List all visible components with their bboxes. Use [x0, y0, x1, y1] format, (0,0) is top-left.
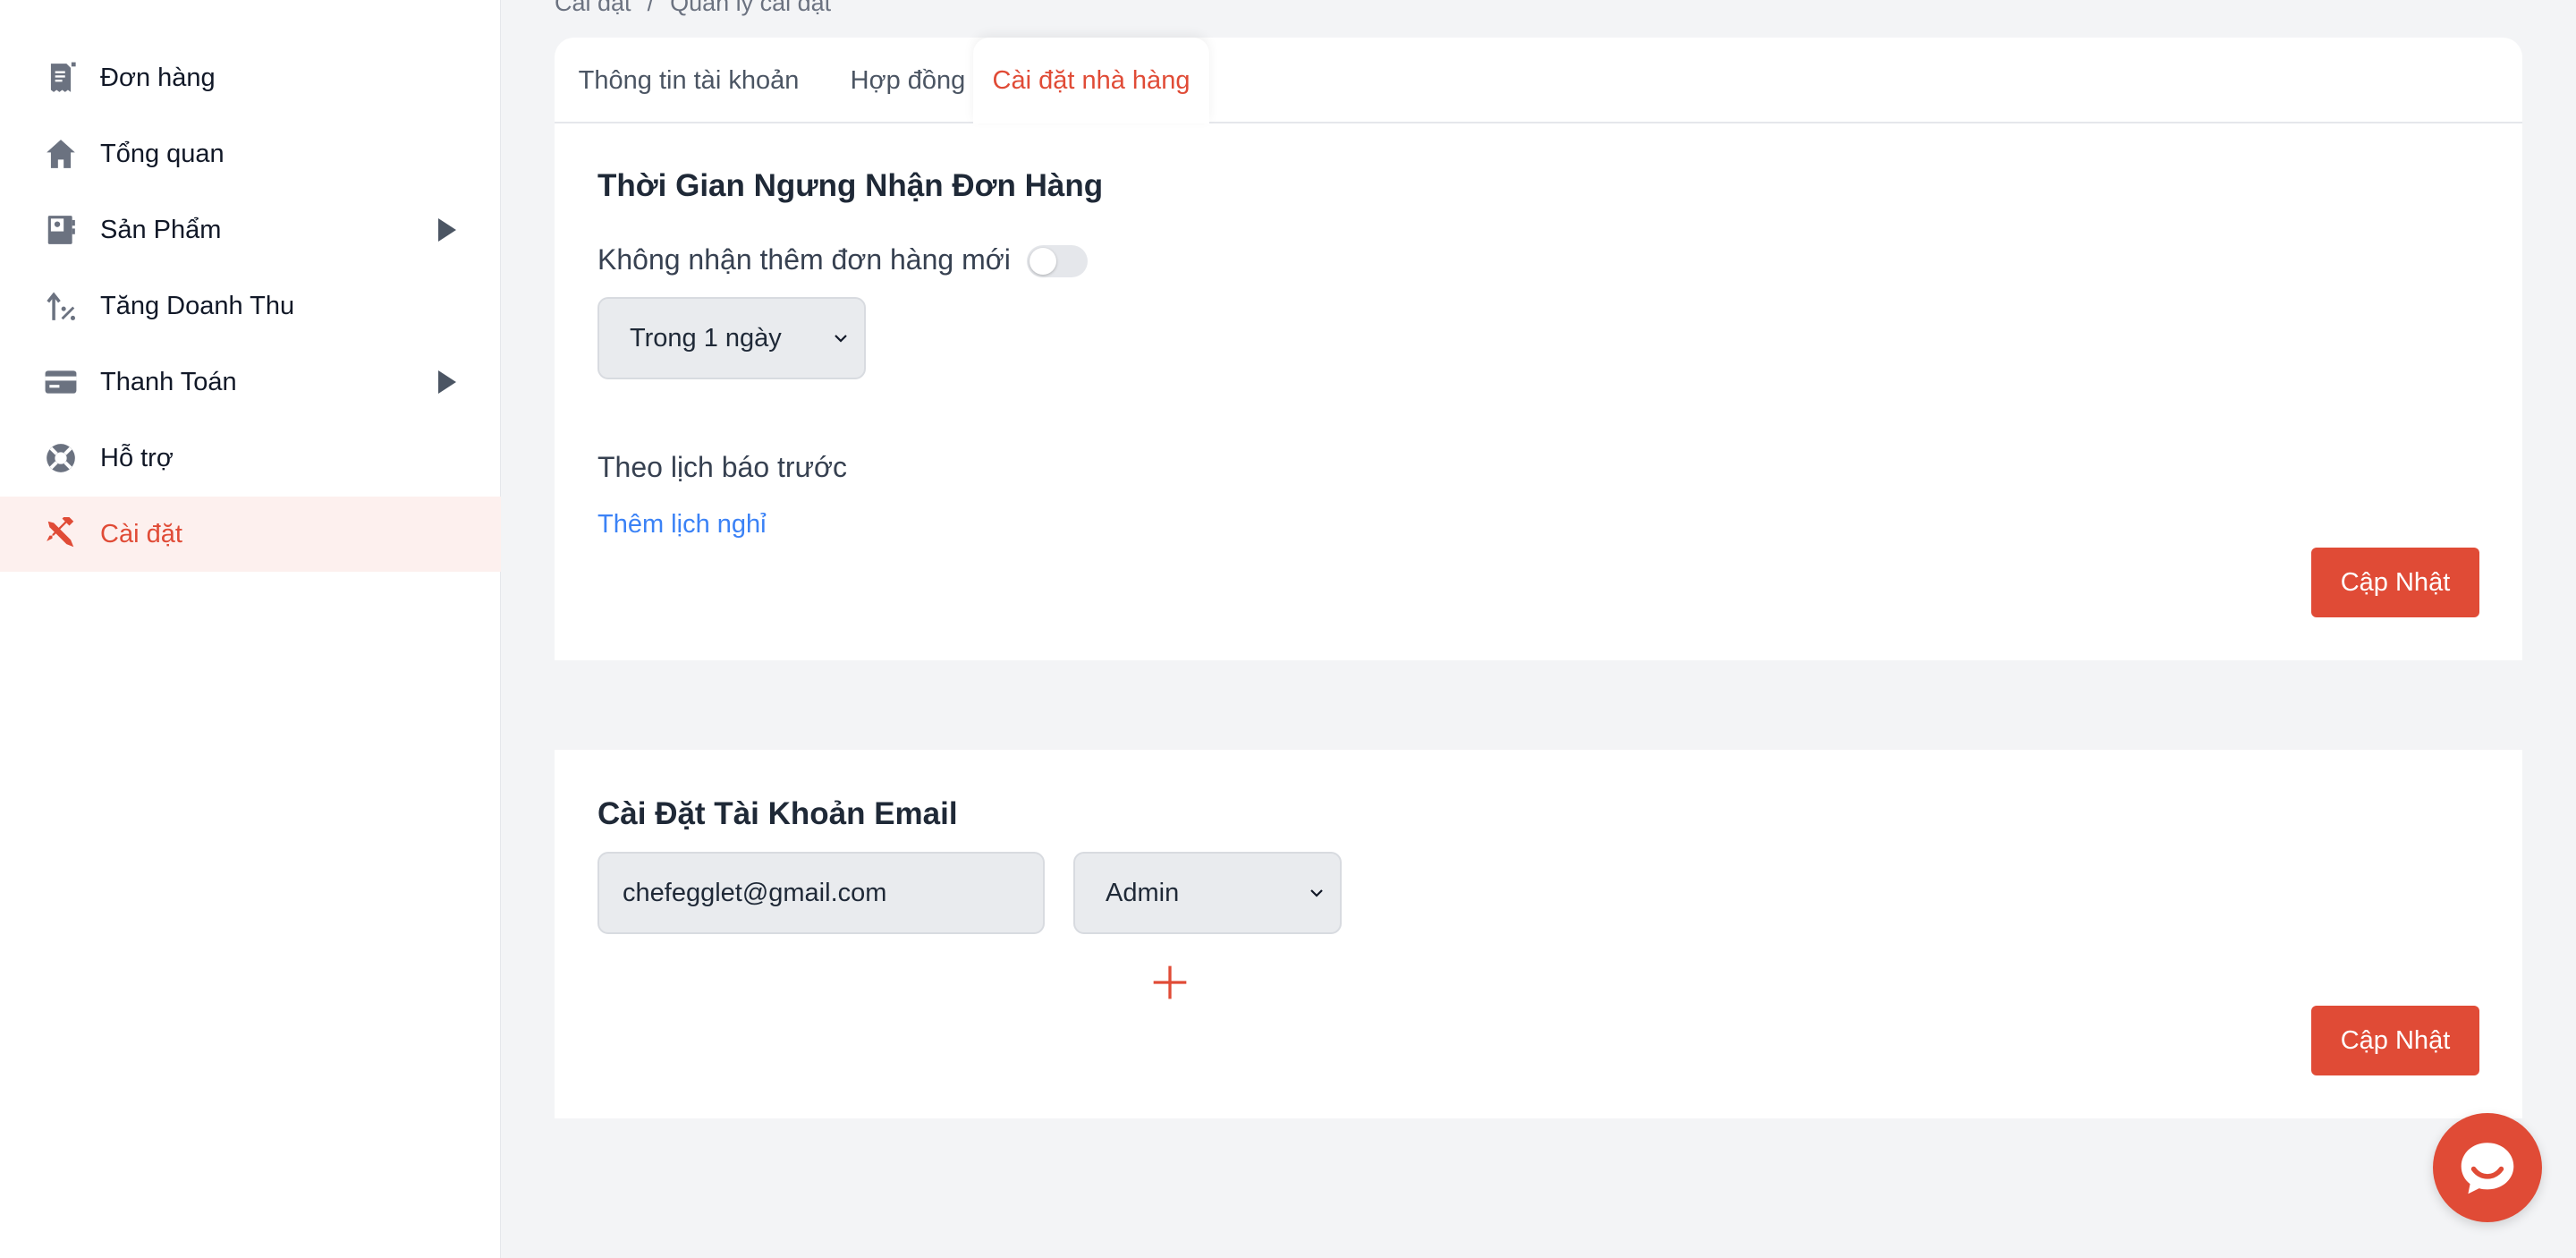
- tab-bar: Thông tin tài khoản Hợp đồng Cài đặt nhà…: [555, 38, 2522, 123]
- pause-update-button[interactable]: Cập Nhật: [2311, 548, 2479, 617]
- breadcrumb-separator: /: [647, 0, 655, 16]
- role-select[interactable]: Admin: [1073, 852, 1342, 934]
- tools-icon: [43, 516, 79, 552]
- sidebar-item-payment[interactable]: Thanh Toán: [0, 344, 501, 420]
- home-icon: [43, 136, 79, 172]
- schedule-label: Theo lịch báo trước: [597, 451, 847, 483]
- pause-orders-toggle[interactable]: [1027, 245, 1088, 277]
- chevron-down-icon: [835, 335, 847, 343]
- sidebar: Đơn hàng Tổng quan Sản Phẩm Tăng Doanh T…: [0, 0, 501, 1258]
- book-icon: [43, 212, 79, 248]
- sidebar-item-products[interactable]: Sản Phẩm: [0, 192, 501, 268]
- add-email-icon[interactable]: [1150, 963, 1190, 1002]
- add-schedule-link[interactable]: Thêm lịch nghỉ: [597, 510, 767, 540]
- caret-right-icon[interactable]: [438, 370, 456, 394]
- sidebar-item-label: Thanh Toán: [100, 367, 237, 396]
- email-update-button[interactable]: Cập Nhật: [2311, 1006, 2479, 1075]
- breadcrumb-item-settings[interactable]: Cài đặt: [555, 0, 631, 17]
- restaurant-settings-card: Thông tin tài khoản Hợp đồng Cài đặt nhà…: [555, 38, 2522, 660]
- lifebuoy-icon: [43, 440, 79, 476]
- tab-restaurant-settings[interactable]: Cài đặt nhà hàng: [973, 38, 1209, 123]
- chevron-down-icon: [1310, 889, 1323, 897]
- breadcrumb: Cài đặt / Quản lý cài đặt: [555, 0, 831, 17]
- sidebar-item-label: Sản Phẩm: [100, 215, 222, 244]
- sidebar-item-label: Hỗ trợ: [100, 443, 174, 472]
- tab-contract[interactable]: Hợp đồng: [823, 38, 993, 123]
- pause-duration-value: Trong 1 ngày: [630, 323, 782, 353]
- percent-up-icon: [43, 288, 79, 324]
- sidebar-item-label: Cài đặt: [100, 519, 182, 548]
- caret-right-icon[interactable]: [438, 218, 456, 242]
- sidebar-item-orders[interactable]: Đơn hàng: [0, 40, 501, 115]
- pause-toggle-label: Không nhận thêm đơn hàng mới: [597, 243, 1011, 276]
- sidebar-item-overview[interactable]: Tổng quan: [0, 116, 501, 191]
- sidebar-item-revenue[interactable]: Tăng Doanh Thu: [0, 268, 501, 344]
- chat-bubble-icon: [2461, 1143, 2514, 1194]
- chat-button[interactable]: [2433, 1113, 2542, 1222]
- email-settings-card: Cài Đặt Tài Khoản Email Admin Cập Nhật: [555, 750, 2522, 1118]
- role-value: Admin: [1106, 878, 1180, 907]
- sidebar-item-label: Đơn hàng: [100, 63, 216, 92]
- pause-duration-select[interactable]: Trong 1 ngày: [597, 297, 866, 379]
- sidebar-item-support[interactable]: Hỗ trợ: [0, 421, 501, 496]
- sidebar-item-settings[interactable]: Cài đặt: [0, 497, 501, 572]
- sidebar-item-label: Tăng Doanh Thu: [100, 291, 295, 320]
- credit-card-icon: [43, 364, 79, 400]
- tab-account-info[interactable]: Thông tin tài khoản: [555, 38, 823, 123]
- sidebar-item-label: Tổng quan: [100, 139, 225, 168]
- breadcrumb-item-current: Quản lý cài đặt: [670, 0, 832, 16]
- email-field[interactable]: [597, 852, 1045, 934]
- email-section-title: Cài Đặt Tài Khoản Email: [597, 796, 958, 831]
- receipt-icon: [43, 60, 79, 96]
- toggle-knob: [1030, 248, 1056, 275]
- pause-section-title: Thời Gian Ngưng Nhận Đơn Hàng: [597, 168, 1104, 203]
